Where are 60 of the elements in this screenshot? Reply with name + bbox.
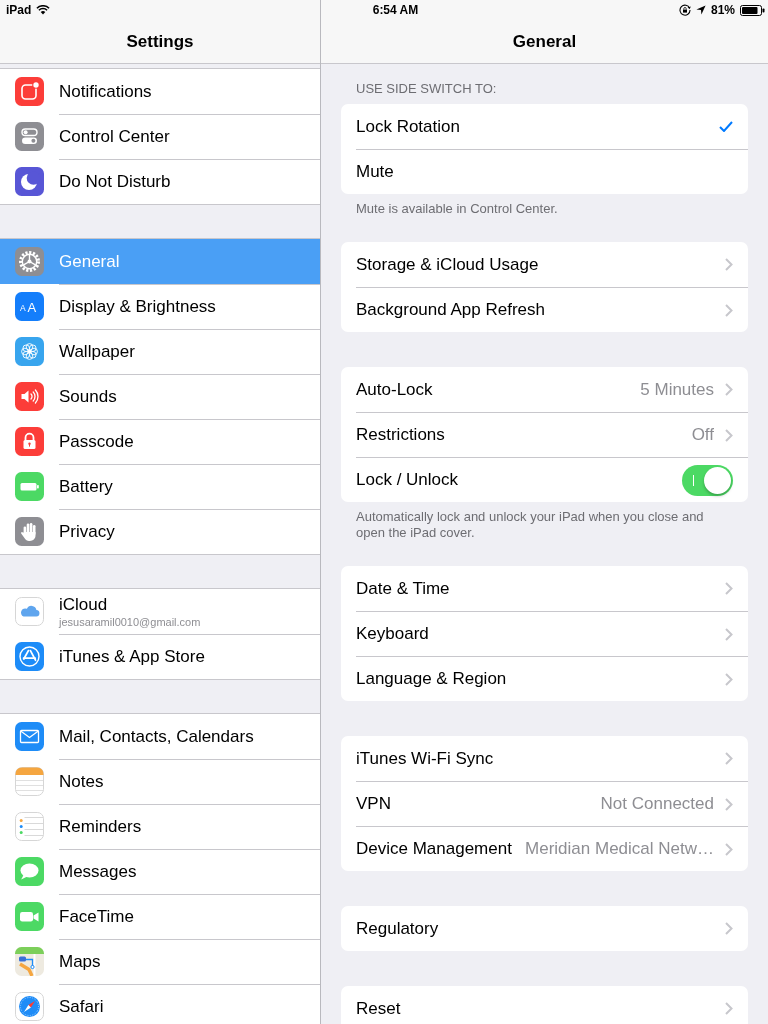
battery-icon [740, 4, 765, 16]
chevron-icon [725, 582, 733, 595]
chevron-icon [725, 383, 733, 396]
status-time: 6:54 AM [372, 3, 419, 17]
settings-row[interactable]: VPN Not Connected [341, 781, 748, 826]
checkmark-icon [719, 121, 733, 132]
cloud-icon [15, 597, 44, 626]
chevron-icon [725, 627, 733, 641]
setting-label: Lock / Unlock [356, 470, 459, 490]
option-row[interactable]: Mute [341, 149, 748, 194]
rotation-lock-icon [678, 4, 691, 16]
chevron-icon [725, 1002, 733, 1015]
chevron-icon [725, 797, 733, 811]
option-row[interactable]: Lock Rotation [341, 104, 748, 149]
text-size-icon: AA [15, 292, 44, 321]
settings-row[interactable]: Reset [341, 986, 748, 1024]
lock-icon [15, 427, 44, 456]
gear-icon [15, 247, 44, 276]
toggle-switch[interactable] [682, 464, 733, 496]
sidebar-title: Settings [126, 32, 194, 52]
page-title: General [512, 32, 577, 52]
wifi-icon [36, 5, 51, 15]
envelope-icon [15, 722, 44, 751]
hand-icon [15, 517, 44, 546]
notepad-icon [15, 767, 44, 796]
settings-row[interactable]: Language & Region [341, 656, 748, 701]
chevron-icon [725, 672, 733, 686]
chevron-icon [725, 922, 733, 935]
app-store-icon [15, 642, 44, 671]
battery-icon [15, 472, 44, 501]
section-footer: Automatically lock and unlock your iPad when you close and open the iPad cover. [321, 502, 768, 566]
video-camera-icon [15, 902, 44, 931]
battery-percent: 81% [710, 3, 735, 17]
section-footer: Mute is available in Control Center. [321, 194, 768, 242]
map-icon [15, 947, 44, 976]
chevron-icon [725, 842, 733, 856]
settings-row[interactable]: Restrictions Off [341, 412, 748, 457]
notifications-icon [15, 77, 44, 106]
chevron-icon [725, 428, 733, 442]
chevron-icon [725, 258, 733, 271]
settings-row[interactable]: iTunes Wi-Fi Sync [341, 736, 748, 781]
speaker-icon [15, 382, 44, 411]
flower-icon [15, 337, 44, 366]
location-arrow-icon [695, 5, 706, 15]
checklist-icon [15, 812, 44, 841]
section-header: USE SIDE SWITCH TO: [355, 80, 498, 98]
chevron-icon [725, 752, 733, 765]
settings-row[interactable]: Storage & iCloud Usage [341, 242, 748, 287]
moon-icon [15, 167, 44, 196]
settings-row[interactable]: Device Management Meridian Medical Netw… [341, 826, 748, 871]
chevron-icon [725, 303, 733, 317]
settings-row[interactable]: Keyboard [341, 611, 748, 656]
toggles-icon [15, 122, 44, 151]
device-name: iPad [6, 3, 32, 17]
compass-icon [15, 992, 44, 1021]
settings-row[interactable]: Background App Refresh [341, 287, 748, 332]
settings-row[interactable]: Regulatory [341, 906, 748, 951]
settings-row[interactable]: Date & Time [341, 566, 748, 611]
speech-bubble-icon [15, 857, 44, 886]
settings-row[interactable]: Auto-Lock 5 Minutes [341, 367, 748, 412]
